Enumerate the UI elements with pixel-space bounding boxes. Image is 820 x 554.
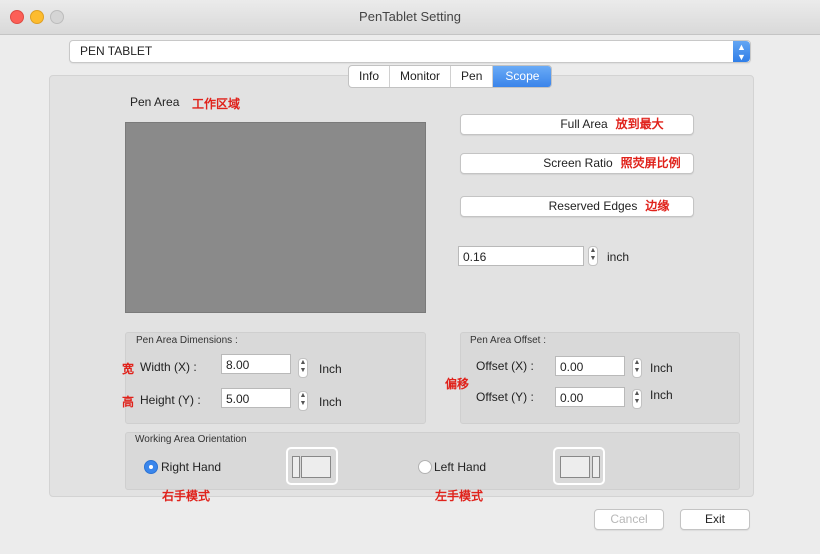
width-unit: Inch xyxy=(319,362,342,376)
full-area-button[interactable]: Full Area 放到最大 xyxy=(460,114,694,135)
tab-pen[interactable]: Pen xyxy=(451,66,494,87)
pen-area-preview[interactable] xyxy=(125,122,426,313)
offset-x-field[interactable]: 0.00 xyxy=(555,356,625,376)
width-stepper[interactable]: ▲ ▼ xyxy=(298,358,308,378)
screen-ratio-annotation: 照荧屏比例 xyxy=(620,156,681,170)
full-area-annotation: 放到最大 xyxy=(615,117,664,131)
left-hand-layout-icon[interactable] xyxy=(553,447,605,485)
left-hand-annotation: 左手模式 xyxy=(435,489,484,503)
height-field[interactable]: 5.00 xyxy=(221,388,291,408)
chevron-updown-icon[interactable]: ▲ ▼ xyxy=(733,41,750,62)
width-annotation: 宽 xyxy=(122,362,135,376)
exit-button[interactable]: Exit xyxy=(680,509,750,530)
pen-area-annotation: 工作区域 xyxy=(192,97,241,111)
left-hand-label: Left Hand xyxy=(434,460,487,474)
pen-area-offset-title: Pen Area Offset : xyxy=(470,335,546,346)
height-stepper[interactable]: ▲ ▼ xyxy=(298,391,308,411)
right-hand-label: Right Hand xyxy=(161,460,222,474)
edge-width-unit: inch xyxy=(607,250,630,264)
right-hand-annotation: 右手模式 xyxy=(162,489,211,503)
height-label: Height (Y) : xyxy=(140,393,201,407)
right-hand-radio[interactable] xyxy=(144,460,158,474)
edge-width-field[interactable]: 0.16 xyxy=(458,246,584,266)
height-unit: Inch xyxy=(319,395,342,409)
pen-area-dimensions-title: Pen Area Dimensions : xyxy=(136,335,238,346)
width-field[interactable]: 8.00 xyxy=(221,354,291,374)
full-area-label: Full Area xyxy=(560,117,608,131)
tab-info[interactable]: Info xyxy=(349,66,391,87)
height-annotation: 高 xyxy=(122,395,135,409)
reserved-edges-label: Reserved Edges xyxy=(548,199,638,213)
offset-x-label: Offset (X) : xyxy=(476,359,534,373)
offset-y-stepper[interactable]: ▲ ▼ xyxy=(632,389,642,409)
settings-window: PenTablet Setting PEN TABLET ▲ ▼ Info Mon… xyxy=(0,0,820,554)
tab-monitor[interactable]: Monitor xyxy=(390,66,452,87)
reserved-edges-annotation: 边缘 xyxy=(645,199,670,213)
right-hand-layout-icon[interactable] xyxy=(286,447,338,485)
offset-x-unit: Inch xyxy=(650,361,673,375)
offset-y-unit: Inch xyxy=(650,388,673,402)
window-title: PenTablet Setting xyxy=(359,9,461,24)
reserved-edges-button[interactable]: Reserved Edges 边缘 xyxy=(460,196,694,217)
device-select[interactable]: PEN TABLET ▲ ▼ xyxy=(69,40,751,63)
title-bar: PenTablet Setting xyxy=(0,0,820,35)
offset-y-field[interactable]: 0.00 xyxy=(555,387,625,407)
offset-x-stepper[interactable]: ▲ ▼ xyxy=(632,358,642,378)
width-label: Width (X) : xyxy=(140,360,197,374)
edge-width-stepper[interactable]: ▲ ▼ xyxy=(588,246,598,266)
offset-y-label: Offset (Y) : xyxy=(476,390,534,404)
orientation-title: Working Area Orientation xyxy=(135,434,247,445)
screen-ratio-label: Screen Ratio xyxy=(543,156,613,170)
screen-ratio-button[interactable]: Screen Ratio 照荧屏比例 xyxy=(460,153,694,174)
device-select-value: PEN TABLET xyxy=(80,44,153,58)
left-hand-radio[interactable] xyxy=(418,460,432,474)
cancel-button[interactable]: Cancel xyxy=(594,509,664,530)
pen-area-label: Pen Area xyxy=(130,95,180,109)
tab-bar: Info Monitor Pen Scope xyxy=(348,65,553,88)
tab-scope[interactable]: Scope xyxy=(493,66,552,87)
offset-annotation: 偏移 xyxy=(445,377,470,391)
